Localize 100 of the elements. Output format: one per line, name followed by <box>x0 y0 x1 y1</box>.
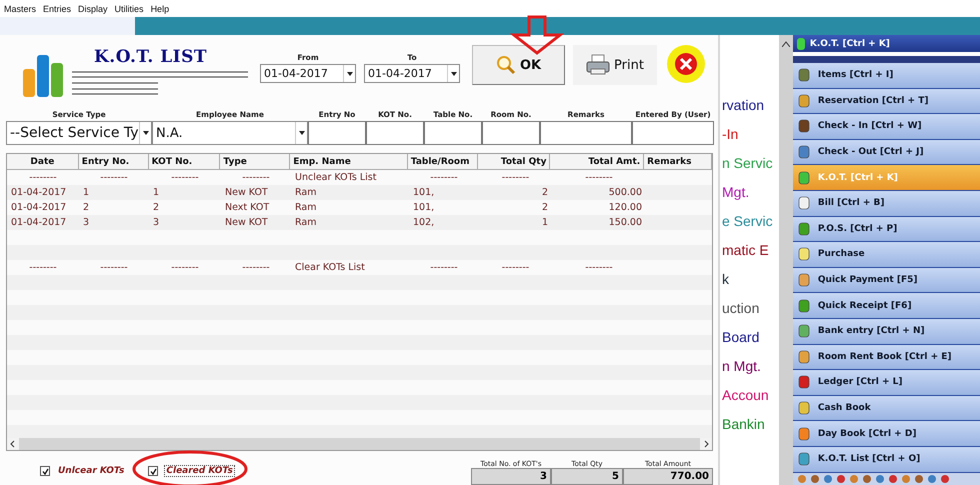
sidebar-grip[interactable] <box>792 52 980 63</box>
table-cell-text: 102, <box>412 216 436 230</box>
background-menu-text: Bankin <box>722 415 766 434</box>
sidebar-item[interactable]: Room Rent Book [Ctrl + E] <box>792 344 980 370</box>
checkbox[interactable] <box>148 466 158 476</box>
sidebar-item[interactable]: Day Book [Ctrl + D] <box>792 421 980 447</box>
table-cell-text: 101, <box>412 201 436 215</box>
sidebar-item[interactable]: Quick Payment [F5] <box>792 268 980 294</box>
checkbox[interactable] <box>40 466 50 476</box>
caret-icon <box>298 131 304 135</box>
toolbar-icon[interactable] <box>874 474 885 484</box>
menu-item-icon <box>796 374 812 390</box>
column-header: Total Amt. <box>550 154 644 169</box>
sidebar-item[interactable]: K.O.T. List [Ctrl + O] <box>792 446 980 472</box>
input-field[interactable] <box>540 121 632 145</box>
toolbar-icon[interactable] <box>926 474 937 484</box>
column-header: Total Qty <box>478 154 550 169</box>
toolbar-icon[interactable] <box>822 474 833 484</box>
input-field[interactable] <box>632 121 714 145</box>
annotation-arrow <box>510 15 564 55</box>
close-icon <box>674 52 698 76</box>
menu-item-icon <box>796 118 812 134</box>
menu-item-icon <box>796 323 812 340</box>
menu-item-icon <box>796 298 812 314</box>
horizontal-scrollbar[interactable] <box>7 438 712 450</box>
sidebar-item[interactable]: Purchase <box>792 242 980 268</box>
menu-item-icon <box>796 426 812 442</box>
sidebar-item[interactable]: Bank entry [Ctrl + N] <box>792 318 980 345</box>
table-cell-text: 1 <box>82 186 90 200</box>
sidebar-item[interactable]: Ledger [Ctrl + L] <box>792 370 980 396</box>
background-menu-text: Mgt. <box>722 183 750 202</box>
table-cell-text: -------- <box>429 171 459 185</box>
table-cell-text: -------- <box>99 171 129 185</box>
column-header: Table/Room <box>408 154 478 169</box>
table-cell-text: -------- <box>28 261 58 275</box>
vertical-scrollbar[interactable] <box>779 35 793 485</box>
sidebar-item[interactable]: Bill [Ctrl + B] <box>792 190 980 217</box>
table-cell-text: 2 <box>540 186 549 200</box>
sidebar-item[interactable]: Quick Receipt [F6] <box>792 293 980 319</box>
sidebar-item[interactable]: Items [Ctrl + I] <box>792 63 980 89</box>
input-field[interactable] <box>308 121 366 145</box>
total-value: 5 <box>551 468 623 485</box>
menu-item-icon <box>796 144 812 160</box>
toolbar-icon[interactable] <box>796 474 807 484</box>
toolbar-icon[interactable] <box>848 474 859 484</box>
date-field[interactable]: 01-04-2017 <box>260 64 356 83</box>
checkbox-label[interactable]: Unlcear KOTs <box>56 465 126 477</box>
print-button[interactable]: Print <box>573 45 657 85</box>
table-cell-text: New KOT <box>224 216 269 230</box>
toolbar-icon[interactable] <box>836 474 846 484</box>
caret-icon <box>346 72 352 76</box>
ok-button[interactable]: OK <box>472 45 565 85</box>
can-icon <box>796 38 805 50</box>
input-field[interactable] <box>366 121 424 145</box>
menu-item-icon <box>796 451 812 468</box>
background-menu-text: n Servic <box>722 154 774 173</box>
table-cell-text: -------- <box>429 261 459 275</box>
toolbar-icon[interactable] <box>900 474 911 484</box>
input-field[interactable] <box>424 121 482 145</box>
menu-item-icon <box>796 170 812 186</box>
menu-item-icon <box>796 400 812 416</box>
date-field[interactable]: 01-04-2017 <box>364 64 460 83</box>
input-field[interactable] <box>482 121 540 145</box>
table-cell-text: 3 <box>82 216 90 230</box>
menu-item[interactable]: Help <box>148 4 174 14</box>
sidebar-item[interactable]: Check - Out [Ctrl + J] <box>792 140 980 166</box>
sidebar-item[interactable]: Cash Book <box>792 396 980 422</box>
table-cell-text: -------- <box>28 171 58 185</box>
column-header: Date <box>7 154 79 169</box>
bar-chart-icon <box>22 53 66 97</box>
table-cell-text: Ram <box>294 216 318 230</box>
scroll-right-icon[interactable] <box>700 438 712 450</box>
toolbar-icon[interactable] <box>914 474 924 484</box>
table-cell-text: 101, <box>412 186 436 200</box>
toolbar-icon[interactable] <box>940 474 950 484</box>
menu-item[interactable]: Display <box>76 4 113 14</box>
sidebar-item[interactable]: P.O.S. [Ctrl + P] <box>792 216 980 242</box>
scroll-left-icon[interactable] <box>7 438 19 450</box>
menu-item[interactable]: Entries <box>41 4 76 14</box>
column-header: KOT No. <box>148 154 220 169</box>
toolbar-icon[interactable] <box>862 474 872 484</box>
toolbar-icon[interactable] <box>888 474 898 484</box>
table-cell-text: 2 <box>82 201 90 215</box>
table-cell-text: 1 <box>152 186 160 200</box>
menu-item-icon <box>796 220 812 237</box>
checkbox-label[interactable]: Cleared KOTs <box>164 465 235 477</box>
close-button[interactable] <box>667 45 705 83</box>
table-cell-text: -------- <box>170 261 200 275</box>
menu-item[interactable]: Masters <box>2 4 42 14</box>
column-header: Emp. Name <box>290 154 408 169</box>
menu-item[interactable]: Utilities <box>112 4 149 14</box>
select-field[interactable]: --Select Service Ty <box>6 121 152 145</box>
sidebar-item[interactable]: Reservation [Ctrl + T] <box>792 88 980 114</box>
table-cell-text: Clear KOTs List <box>294 261 366 275</box>
table-cell-text: 150.00 <box>608 216 643 230</box>
select-field[interactable]: N.A. <box>152 121 308 145</box>
background-menu-text: uction <box>722 299 760 318</box>
sidebar-item[interactable]: Check - In [Ctrl + W] <box>792 114 980 140</box>
printer-icon <box>586 54 610 76</box>
toolbar-icon[interactable] <box>810 474 820 484</box>
